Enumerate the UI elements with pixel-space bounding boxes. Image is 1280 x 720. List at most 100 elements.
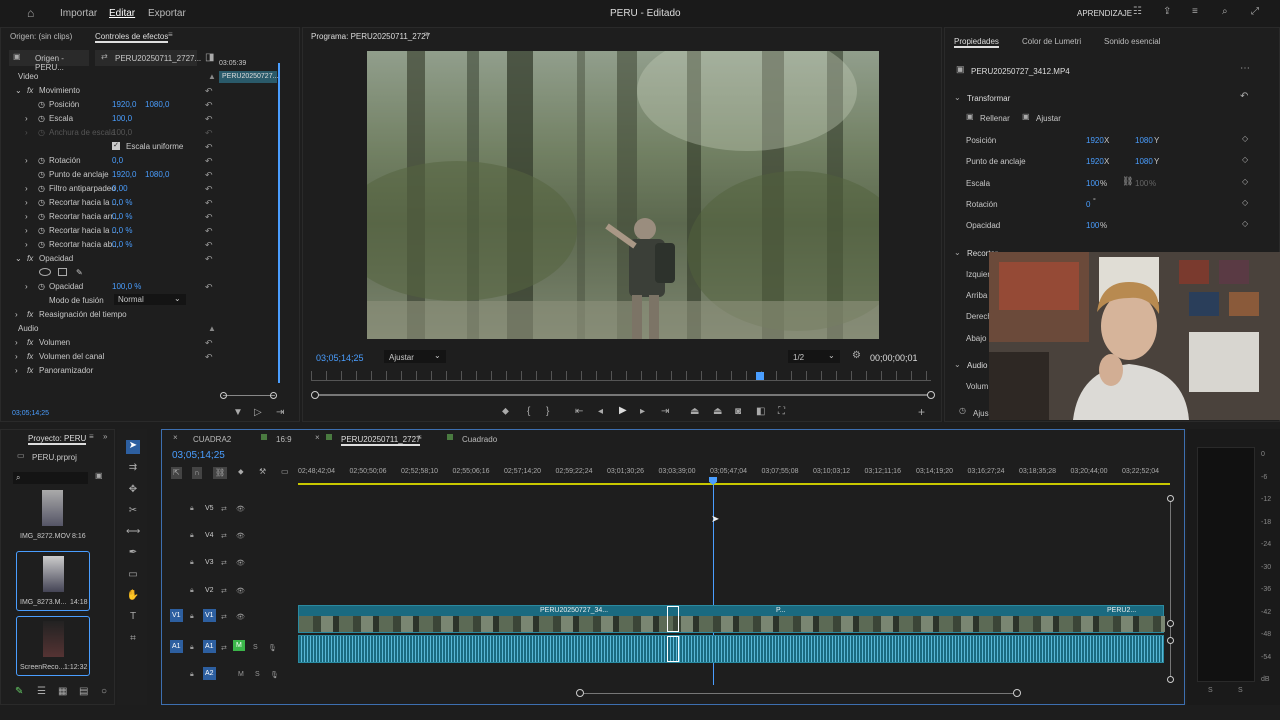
export-icon[interactable]: ⇥ [276,408,284,418]
proxy-icon[interactable]: ⛶ [778,407,785,417]
track-header-v3[interactable]: 🔒︎ V3 ⇄ 👁︎ [166,554,298,574]
tab-essential-sound[interactable]: Sonido esencial [1104,37,1160,46]
freeform-view-icon[interactable]: ▤ [79,687,88,697]
position-y-value[interactable]: 1080 [1135,136,1153,145]
keyframe-icon[interactable]: ◇ [1242,156,1248,164]
track-target-v1[interactable]: V1 [203,609,216,622]
marker-icon[interactable]: ⬥ [502,407,509,417]
panel-menu-icon[interactable]: ≡ [417,434,422,442]
link-chain-icon[interactable]: ⛓ [1122,177,1133,186]
zoom-icon[interactable]: ○ [101,687,107,697]
new-bin-icon[interactable]: ▣ [95,472,103,480]
vertical-scrollbar[interactable] [1170,498,1171,680]
sync-icon[interactable]: ⇄ [221,587,227,595]
track-header-v4[interactable]: 🔒︎ V4 ⇄ 👁︎ [166,527,298,547]
track-header-v1[interactable]: V1 🔒︎ V1 ⇄ 👁︎ [166,608,298,628]
reset-icon[interactable]: ↶ [205,198,213,209]
rectangle-tool-icon[interactable]: ▭ [126,569,140,583]
video-clip-strip[interactable]: PERU20250727_34... P... PERU2... [298,605,1165,633]
toggle-timeline-icon[interactable]: ◨ [205,53,214,63]
eye-icon[interactable]: 👁︎ [236,532,245,540]
disclosure-icon[interactable]: › [25,156,28,165]
add-button-icon[interactable]: + [918,406,925,418]
disclosure-icon[interactable]: › [15,338,18,347]
blend-mode-select[interactable]: Normal ⌄ [114,294,186,305]
tab-sequence[interactable]: CUADRA2 [193,435,231,444]
keyframe-icon[interactable]: ◇ [1242,135,1248,143]
learning-button[interactable]: APRENDIZAJE [1077,9,1132,18]
anchor-y-value[interactable]: 1080,0 [145,170,169,179]
position-y-value[interactable]: 1080,0 [145,100,169,109]
search-icon[interactable]: ⌕ [1222,7,1228,17]
lock-icon[interactable]: 🔒︎ [190,559,194,567]
audio-clip-strip[interactable] [298,635,1164,663]
source-patch-v1[interactable]: V1 [170,609,183,622]
sync-icon[interactable]: ⇄ [221,532,227,540]
type-tool-icon[interactable]: T [126,611,140,625]
sync-icon[interactable]: ⇄ [221,613,227,621]
pen-mask-icon[interactable]: ✎ [76,268,83,277]
stopwatch-icon[interactable]: ◷ [38,226,45,235]
zoom-handle-left[interactable] [311,391,319,399]
reset-icon[interactable]: ↶ [205,86,213,97]
tab-origin[interactable]: Origen: (sin clips) [10,32,72,41]
track-header-a2[interactable]: 🔒︎ A2 M S 🎙︎ [166,666,298,686]
tab-lumetri[interactable]: Color de Lumetri [1022,37,1081,46]
menu-icon[interactable]: ≡ [1192,7,1198,17]
uniform-scale-checkbox[interactable]: ✓ [112,142,120,150]
list-view-icon[interactable]: ☰ [37,687,46,697]
hand-tool-icon[interactable]: ✋ [126,590,140,604]
sequence-clip-dropdown[interactable]: ⇄ PERU20250711_2727... [95,50,201,66]
vscroll-handle[interactable] [1167,637,1174,644]
project-search-input[interactable]: ⌕ [13,472,88,484]
project-item[interactable]: IMG_8273.M... 14:18 [16,551,90,611]
reset-icon[interactable]: ↶ [205,352,213,363]
stopwatch-icon[interactable]: ◷ [38,100,45,109]
tab-sequence[interactable]: Cuadrado [462,435,497,444]
stopwatch-icon[interactable]: ◷ [38,212,45,221]
pen-tool-icon[interactable]: ✒ [126,547,140,561]
scale-value[interactable]: 100 [1086,179,1099,188]
stopwatch-icon[interactable]: ◷ [38,282,45,291]
menu-edit[interactable]: Editar [109,8,135,19]
solo-left-button[interactable]: S [1208,687,1213,694]
step-back-icon[interactable]: ◂ [598,407,603,417]
program-title[interactable]: Programa: PERU20250711_2727 [311,32,430,41]
crop-right-value[interactable]: 0,0 % [112,226,132,235]
fullscreen-icon[interactable]: ⤢ [1251,7,1259,17]
selected-clip[interactable] [667,606,679,632]
keyframe-icon[interactable]: ◇ [1242,178,1248,186]
stopwatch-icon[interactable]: ◷ [38,198,45,207]
stopwatch-icon[interactable]: ◷ [38,156,45,165]
video-frame[interactable] [367,51,879,339]
stopwatch-icon[interactable]: ◷ [38,170,45,179]
crop-left-value[interactable]: 0,0 % [112,198,132,207]
play-icon[interactable]: ▶ [619,406,627,416]
microphone-icon[interactable]: 🎙︎ [268,644,277,652]
go-to-out-icon[interactable]: ⇥ [661,407,669,417]
expand-icon[interactable]: » [103,433,107,441]
share-icon[interactable]: ⇪ [1163,7,1171,17]
collapse-icon[interactable]: ▲ [208,324,216,333]
nest-icon[interactable]: ⇱ [171,467,182,479]
rotation-value[interactable]: 0 [1086,200,1090,209]
program-ruler[interactable] [311,371,931,381]
eye-icon[interactable]: 👁︎ [236,559,245,567]
tab-effect-controls[interactable]: Controles de efectos [95,32,169,43]
disclosure-icon[interactable]: › [25,226,28,235]
mark-out-icon[interactable]: } [546,407,549,417]
reset-icon[interactable]: ↶ [205,142,213,153]
stopwatch-icon[interactable]: ◷ [38,240,45,249]
reset-icon[interactable]: ↶ [205,226,213,237]
adjust-icon[interactable]: ◷ [959,407,966,415]
go-to-in-icon[interactable]: ⇤ [575,407,583,417]
disclosure-icon[interactable]: › [15,310,18,319]
reset-icon[interactable]: ↶ [205,212,213,223]
timeline-timecode[interactable]: 03;05;14;25 [172,450,225,461]
close-tab-icon[interactable]: × [173,434,178,442]
workspace-icon[interactable]: ☷ [1133,7,1142,17]
snap-icon[interactable]: ∩ [192,467,202,479]
disclosure-icon[interactable]: › [15,366,18,375]
menu-import[interactable]: Importar [60,8,97,19]
sync-icon[interactable]: ⇄ [221,559,227,567]
